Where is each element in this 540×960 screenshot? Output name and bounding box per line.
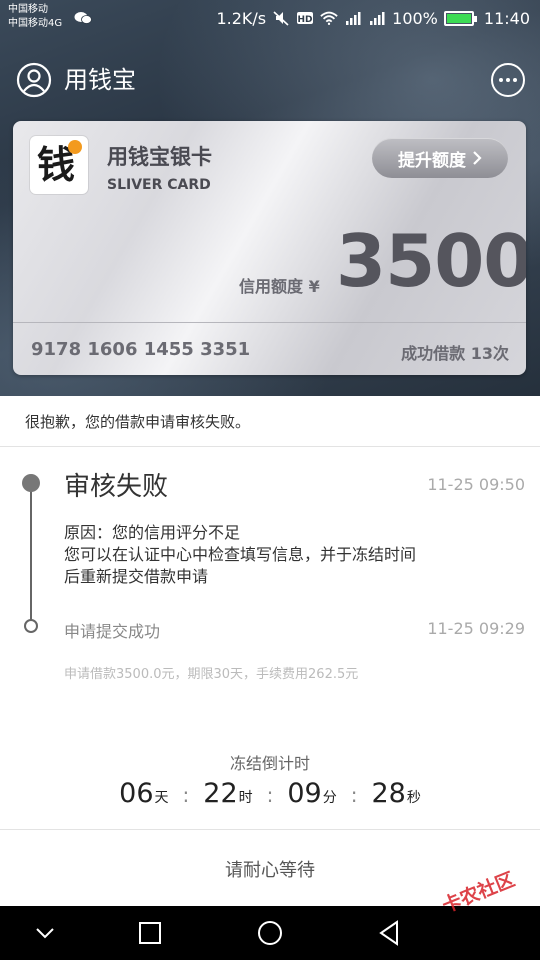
submit-status-time: 11-25 09:29: [427, 619, 525, 638]
countdown-separator: :: [182, 783, 190, 807]
timeline-dot-past: [24, 619, 38, 633]
reason-line-1: 原因：您的信用评分不足: [64, 523, 241, 542]
timeline-line: [30, 490, 32, 622]
signal-4g-icon: [370, 12, 385, 25]
app-title: 用钱宝: [64, 66, 136, 94]
countdown-hours: 22: [203, 778, 238, 809]
carrier-secondary: 中国移动4G: [8, 18, 63, 29]
loan-count: 成功借款 13次: [401, 344, 509, 363]
countdown-days: 06: [119, 778, 154, 809]
failure-reason: 原因：您的信用评分不足 您可以在认证中心中检查填写信息，并于冻结时间后重新提交借…: [64, 522, 424, 588]
credit-card[interactable]: 钱 用钱宝银卡 SLIVER CARD 提升额度 信用额度 ¥ 3500 917…: [13, 121, 526, 375]
raise-limit-label: 提升额度: [398, 150, 466, 171]
hd-icon: HD: [297, 12, 314, 25]
navigation-bar: [0, 906, 540, 960]
chevron-down-icon[interactable]: [30, 918, 60, 948]
countdown-title: 冻结倒计时: [229, 754, 310, 773]
loan-detail: 申请借款3500.0元，期限30天，手续费用262.5元: [64, 667, 359, 682]
countdown-separator: :: [350, 783, 358, 807]
review-status-title: 审核失败: [64, 472, 169, 502]
signal-icon: [346, 12, 361, 25]
card-name: 用钱宝银卡: [107, 145, 212, 169]
card-divider: [13, 322, 526, 323]
reason-line-2: 您可以在认证中心中检查填写信息，并于冻结时间后重新提交借款申请: [64, 545, 417, 586]
battery-percent: 100%: [392, 8, 438, 28]
countdown-seconds-unit: 秒: [406, 790, 421, 806]
notice-text: 很抱歉，您的借款申请审核失败。: [25, 413, 251, 431]
submit-status-label: 申请提交成功: [64, 622, 161, 641]
review-status-time: 11-25 09:50: [427, 475, 525, 494]
mute-icon: [273, 11, 289, 26]
countdown-seconds: 28: [371, 778, 406, 809]
notice-bar: 很抱歉，您的借款申请审核失败。: [0, 396, 540, 447]
countdown-minutes: 09: [287, 778, 322, 809]
status-icons: 1.2K/s HD 100% 11:40: [216, 6, 530, 30]
wifi-icon: [320, 11, 338, 26]
countdown-minutes-unit: 分: [322, 790, 337, 806]
countdown-hours-unit: 时: [238, 790, 253, 806]
svg-text:HD: HD: [298, 15, 313, 25]
app-bar: 用钱宝: [0, 56, 540, 106]
app-logo: 钱: [30, 136, 88, 194]
network-speed: 1.2K/s: [216, 8, 267, 28]
logo-dot: [68, 140, 82, 154]
chevron-right-icon: [473, 151, 482, 165]
countdown-days-unit: 天: [154, 790, 169, 806]
carrier-info: 中国移动 中国移动4G: [8, 3, 62, 31]
carrier-primary: 中国移动: [8, 4, 48, 15]
status-bar: 中国移动 中国移动4G 1.2K/s HD 100% 11:40: [0, 0, 540, 36]
freeze-countdown: 06 天 : 22 时 : 09 分 : 28 秒: [0, 778, 540, 818]
back-icon[interactable]: [375, 918, 405, 948]
clock: 11:40: [483, 8, 530, 28]
countdown-separator: :: [266, 783, 274, 807]
wait-message: 请耐心等待: [225, 860, 315, 881]
raise-limit-button[interactable]: 提升额度: [372, 138, 508, 178]
footer-divider: [0, 829, 540, 830]
timeline-dot-current: [22, 474, 40, 492]
user-icon[interactable]: [16, 62, 52, 98]
card-number: 9178 1606 1455 3351: [31, 339, 251, 360]
more-icon[interactable]: [490, 62, 526, 98]
wechat-icon: [74, 12, 92, 24]
home-icon[interactable]: [255, 918, 285, 948]
credit-limit-label: 信用额度 ¥: [239, 277, 320, 296]
card-subtitle: SLIVER CARD: [107, 177, 211, 193]
credit-limit-value: 3500: [336, 219, 526, 303]
recents-icon[interactable]: [135, 918, 165, 948]
battery-icon: [443, 10, 477, 26]
